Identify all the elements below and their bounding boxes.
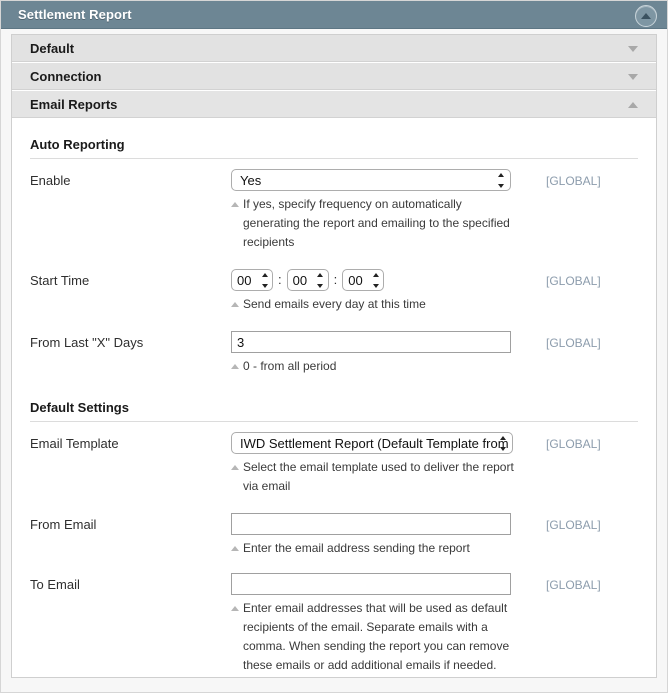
accordion-header-default[interactable]: Default [12, 35, 656, 63]
field-hint-email-template: Select the email template used to delive… [231, 458, 515, 496]
enable-select-value: Yes [240, 172, 262, 188]
field-row-start-time: Start Time 00 : 00 : 00 Send emails ever… [30, 269, 638, 317]
stepper-arrows-icon [317, 273, 324, 288]
field-row-email-template: Email Template IWD Settlement Report (De… [30, 432, 638, 499]
field-hint-enable: If yes, specify frequency on automatical… [231, 195, 515, 252]
email-reports-body: Auto Reporting Enable Yes If yes, specif… [12, 119, 656, 677]
start-time-minutes-select[interactable]: 00 [286, 269, 329, 291]
window-titlebar: Settlement Report [1, 1, 667, 29]
field-row-from-last-x-days: From Last "X" Days 0 - from all period [… [30, 331, 638, 379]
email-template-select[interactable]: IWD Settlement Report (Default Template … [231, 432, 513, 454]
field-hint-from-email: Enter the email address sending the repo… [231, 539, 515, 558]
chevron-down-icon [628, 74, 638, 80]
stepper-arrows-icon [372, 273, 379, 288]
to-email-input[interactable] [231, 573, 511, 595]
field-row-to-email: To Email Enter email addresses that will… [30, 573, 638, 677]
hint-marker-icon [231, 546, 239, 551]
field-label-enable: Enable [30, 173, 71, 188]
hint-marker-icon [231, 202, 239, 207]
scope-label-from-email: [GLOBAL] [546, 518, 601, 532]
stepper-arrows-icon [499, 436, 506, 451]
accordion-header-connection[interactable]: Connection [12, 63, 656, 91]
hint-marker-icon [231, 606, 239, 611]
field-row-from-email: From Email Enter the email address sendi… [30, 513, 638, 561]
settlement-report-window: Settlement Report Default Connection Ema… [0, 0, 668, 693]
field-hint-from-last-x-days: 0 - from all period [231, 357, 515, 376]
field-hint-start-time: Send emails every day at this time [231, 295, 515, 314]
accordion-label-email-reports: Email Reports [30, 97, 118, 112]
chevron-up-icon [628, 102, 638, 108]
scope-label-to-email: [GLOBAL] [546, 578, 601, 592]
window-collapse-toggle-button[interactable] [635, 5, 657, 27]
field-label-from-last-x-days: From Last "X" Days [30, 335, 144, 350]
accordion-header-email-reports[interactable]: Email Reports [12, 91, 656, 119]
time-separator: : [333, 272, 338, 287]
scope-label-enable: [GLOBAL] [546, 174, 601, 188]
accordion-label-connection: Connection [30, 69, 102, 84]
field-label-start-time: Start Time [30, 273, 90, 288]
start-time-group: 00 : 00 : 00 [231, 269, 526, 291]
field-hint-to-email: Enter email addresses that will be used … [231, 599, 515, 675]
section-title-auto-reporting: Auto Reporting [30, 137, 638, 159]
hint-marker-icon [231, 465, 239, 470]
field-row-enable: Enable Yes If yes, specify frequency on … [30, 169, 638, 255]
section-title-default-settings: Default Settings [30, 400, 638, 422]
hint-marker-icon [231, 364, 239, 369]
stepper-arrows-icon [261, 273, 268, 288]
start-time-hours-select[interactable]: 00 [231, 269, 273, 291]
scope-label-email-template: [GLOBAL] [546, 437, 601, 451]
from-email-input[interactable] [231, 513, 511, 535]
time-separator: : [278, 272, 282, 287]
window-title: Settlement Report [18, 7, 132, 22]
enable-select[interactable]: Yes [231, 169, 511, 191]
chevron-down-icon [628, 46, 638, 52]
triangle-up-icon [641, 13, 651, 19]
hint-marker-icon [231, 302, 239, 307]
from-last-x-days-input[interactable] [231, 331, 511, 353]
field-label-to-email: To Email [30, 577, 80, 592]
field-label-from-email: From Email [30, 517, 97, 532]
scope-label-from-last-x-days: [GLOBAL] [546, 336, 601, 350]
scope-label-start-time: [GLOBAL] [546, 274, 601, 288]
stepper-arrows-icon [497, 173, 504, 188]
accordion-label-default: Default [30, 41, 75, 56]
content-panel: Default Connection Email Reports Auto Re… [11, 34, 657, 678]
field-label-email-template: Email Template [30, 436, 119, 451]
start-time-seconds-select[interactable]: 00 [342, 269, 385, 291]
email-template-select-value: IWD Settlement Report (Default Template … [240, 435, 513, 451]
